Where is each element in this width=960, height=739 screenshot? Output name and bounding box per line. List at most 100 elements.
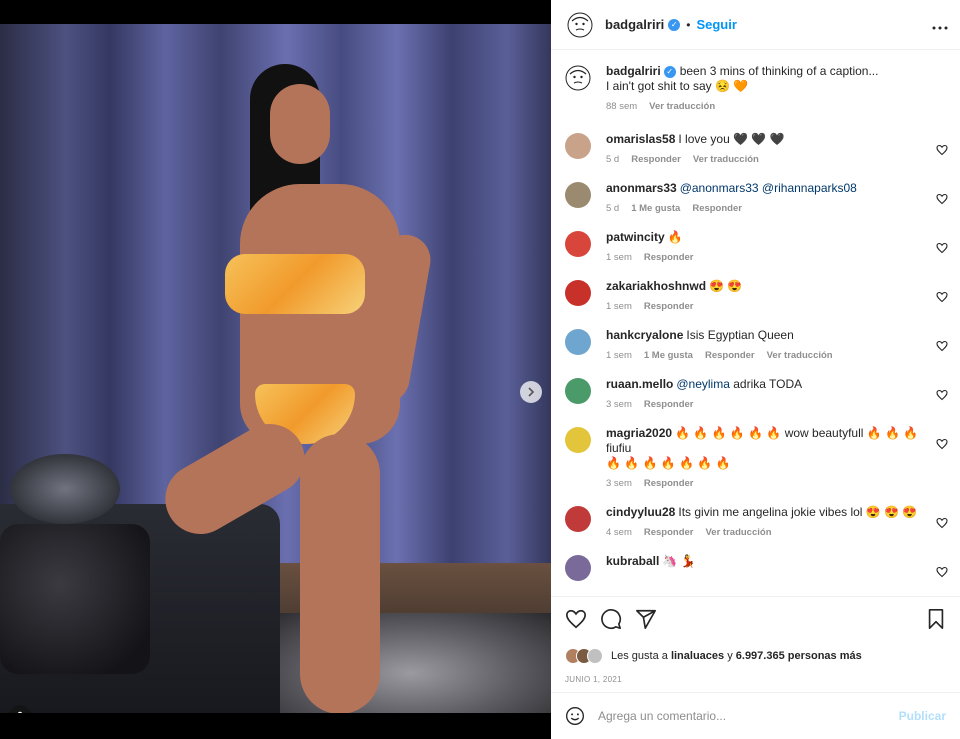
caption-time[interactable]: 88 sem xyxy=(606,101,637,112)
commenter-username[interactable]: patwincity xyxy=(606,230,665,244)
author-avatar[interactable] xyxy=(567,11,593,38)
comment-row: omarislas58 I love you 🖤 🖤 🖤 5 d Responder V… xyxy=(565,132,948,165)
commenter-avatar[interactable] xyxy=(565,427,591,453)
liker-username[interactable]: linaluaces xyxy=(671,650,724,662)
comment-input[interactable] xyxy=(598,709,899,723)
comment-row: magria2020 🔥 🔥 🔥 🔥 🔥 🔥 wow beautyfull 🔥 🔥… xyxy=(565,426,948,489)
comment-time[interactable]: 1 sem xyxy=(606,301,632,312)
author-avatar[interactable] xyxy=(565,65,591,91)
comment-like-icon[interactable] xyxy=(936,242,948,254)
comments-list[interactable]: badgalriri ✓ been 3 mins of thinking of a … xyxy=(551,50,960,596)
reply-button[interactable]: Responder xyxy=(644,252,694,263)
comment-like-icon[interactable] xyxy=(936,193,948,205)
comment-like-icon[interactable] xyxy=(936,438,948,450)
comment-text: adrika TODA xyxy=(733,377,803,391)
comment-like-icon[interactable] xyxy=(936,566,948,578)
commenter-username[interactable]: zakariakhoshnwd xyxy=(606,279,706,293)
comment-like-icon[interactable] xyxy=(936,291,948,303)
commenter-avatar[interactable] xyxy=(565,280,591,306)
commenter-avatar[interactable] xyxy=(565,378,591,404)
comment-likes[interactable]: 1 Me gusta xyxy=(631,203,680,214)
photo-table xyxy=(10,454,120,524)
commenter-username[interactable]: omarislas58 xyxy=(606,132,675,146)
caption-row: badgalriri ✓ been 3 mins of thinking of a … xyxy=(565,64,948,112)
comment-time[interactable]: 4 sem xyxy=(606,527,632,538)
comment-like-icon[interactable] xyxy=(936,517,948,529)
next-photo-button[interactable] xyxy=(520,381,542,403)
commenter-avatar[interactable] xyxy=(565,182,591,208)
comment-likes[interactable]: 1 Me gusta xyxy=(644,350,693,361)
post-date[interactable]: JUNIO 1, 2021 xyxy=(565,675,946,684)
publish-button[interactable]: Publicar xyxy=(899,709,946,723)
reply-button[interactable]: Responder xyxy=(705,350,755,361)
post-actions: Les gusta a linaluaces y 6.997.365 perso… xyxy=(551,596,960,696)
user-icon xyxy=(17,711,23,713)
commenter-username[interactable]: magria2020 xyxy=(606,426,672,440)
commenter-avatar[interactable] xyxy=(565,231,591,257)
translate-button[interactable]: Ver traducción xyxy=(693,154,759,165)
bookmark-icon[interactable] xyxy=(926,608,946,630)
follow-button[interactable]: Seguir xyxy=(696,17,736,32)
comment-row: zakariakhoshnwd 😍 😍 1 sem Responder xyxy=(565,279,948,312)
photo-pillow xyxy=(0,524,150,674)
like-heart-icon[interactable] xyxy=(565,608,587,630)
comment-icon[interactable] xyxy=(600,608,622,630)
comment-mention[interactable]: @anonmars33 @rihannaparks08 xyxy=(680,181,857,195)
comment-time[interactable]: 3 sem xyxy=(606,478,632,489)
comment-mention[interactable]: @neylima xyxy=(676,377,730,391)
comment-time[interactable]: 5 d xyxy=(606,154,619,165)
comment-text: 😍 😍 xyxy=(709,279,743,293)
comment-like-icon[interactable] xyxy=(936,144,948,156)
sketch-face-icon xyxy=(567,12,593,37)
commenter-username[interactable]: cindyyluu28 xyxy=(606,505,675,519)
comment-like-icon[interactable] xyxy=(936,389,948,401)
commenter-username[interactable]: ruaan.mello xyxy=(606,377,673,391)
translate-button[interactable]: Ver traducción xyxy=(706,527,772,538)
comment-time[interactable]: 3 sem xyxy=(606,399,632,410)
share-icon[interactable] xyxy=(635,608,657,630)
comment-time[interactable]: 5 d xyxy=(606,203,619,214)
commenter-avatar[interactable] xyxy=(565,555,591,581)
likers-avatars[interactable] xyxy=(565,648,603,664)
reply-button[interactable]: Responder xyxy=(644,527,694,538)
reply-button[interactable]: Responder xyxy=(644,478,694,489)
reply-button[interactable]: Responder xyxy=(644,301,694,312)
reply-button[interactable]: Responder xyxy=(692,203,742,214)
likes-conj: y xyxy=(727,650,733,662)
comment-text: I love you 🖤 🖤 🖤 xyxy=(678,132,785,146)
post-photo[interactable] xyxy=(0,24,551,713)
translate-button[interactable]: Ver traducción xyxy=(767,350,833,361)
post-sidebar: badgalriri ✓ • Seguir badgalriri ✓ been … xyxy=(551,0,960,739)
comment-row: hankcryalone Isis Egyptian Queen 1 sem 1 Me… xyxy=(565,328,948,361)
photo-person xyxy=(152,64,450,713)
commenter-avatar[interactable] xyxy=(565,329,591,355)
comment-text: Its givin me angelina jokie vibes lol 😍 … xyxy=(678,505,918,519)
commenter-username[interactable]: hankcryalone xyxy=(606,328,683,342)
separator-dot: • xyxy=(686,17,691,32)
emoji-icon[interactable] xyxy=(565,706,585,726)
sketch-face-icon xyxy=(565,65,591,91)
caption-translate-button[interactable]: Ver traducción xyxy=(649,101,715,112)
caption-username[interactable]: badgalriri xyxy=(606,64,661,78)
comment-row: kubraball 🦄 💃 xyxy=(565,554,948,581)
more-options-button[interactable] xyxy=(932,14,948,35)
comment-time[interactable]: 1 sem xyxy=(606,252,632,263)
author-username[interactable]: badgalriri xyxy=(605,17,664,32)
commenter-avatar[interactable] xyxy=(565,133,591,159)
commenter-username[interactable]: anonmars33 xyxy=(606,181,677,195)
more-icon xyxy=(932,26,948,30)
commenter-username[interactable]: kubraball xyxy=(606,554,659,568)
comment-text: Isis Egyptian Queen xyxy=(686,328,794,342)
reply-button[interactable]: Responder xyxy=(644,399,694,410)
caption-line1: been 3 mins of thinking of a caption... xyxy=(679,64,879,78)
comment-text: 🔥 xyxy=(667,230,683,244)
comment-row: ruaan.mello @neylima adrika TODA 3 sem Resp… xyxy=(565,377,948,410)
likes-count[interactable]: 6.997.365 personas más xyxy=(736,650,862,662)
reply-button[interactable]: Responder xyxy=(631,154,681,165)
comment-row: cindyyluu28 Its givin me angelina jokie v… xyxy=(565,505,948,538)
comment-like-icon[interactable] xyxy=(936,340,948,352)
comment-row: anonmars33 @anonmars33 @rihannaparks08 5 … xyxy=(565,181,948,214)
comment-time[interactable]: 1 sem xyxy=(606,350,632,361)
commenter-avatar[interactable] xyxy=(565,506,591,532)
comment-row: patwincity 🔥 1 sem Responder xyxy=(565,230,948,263)
